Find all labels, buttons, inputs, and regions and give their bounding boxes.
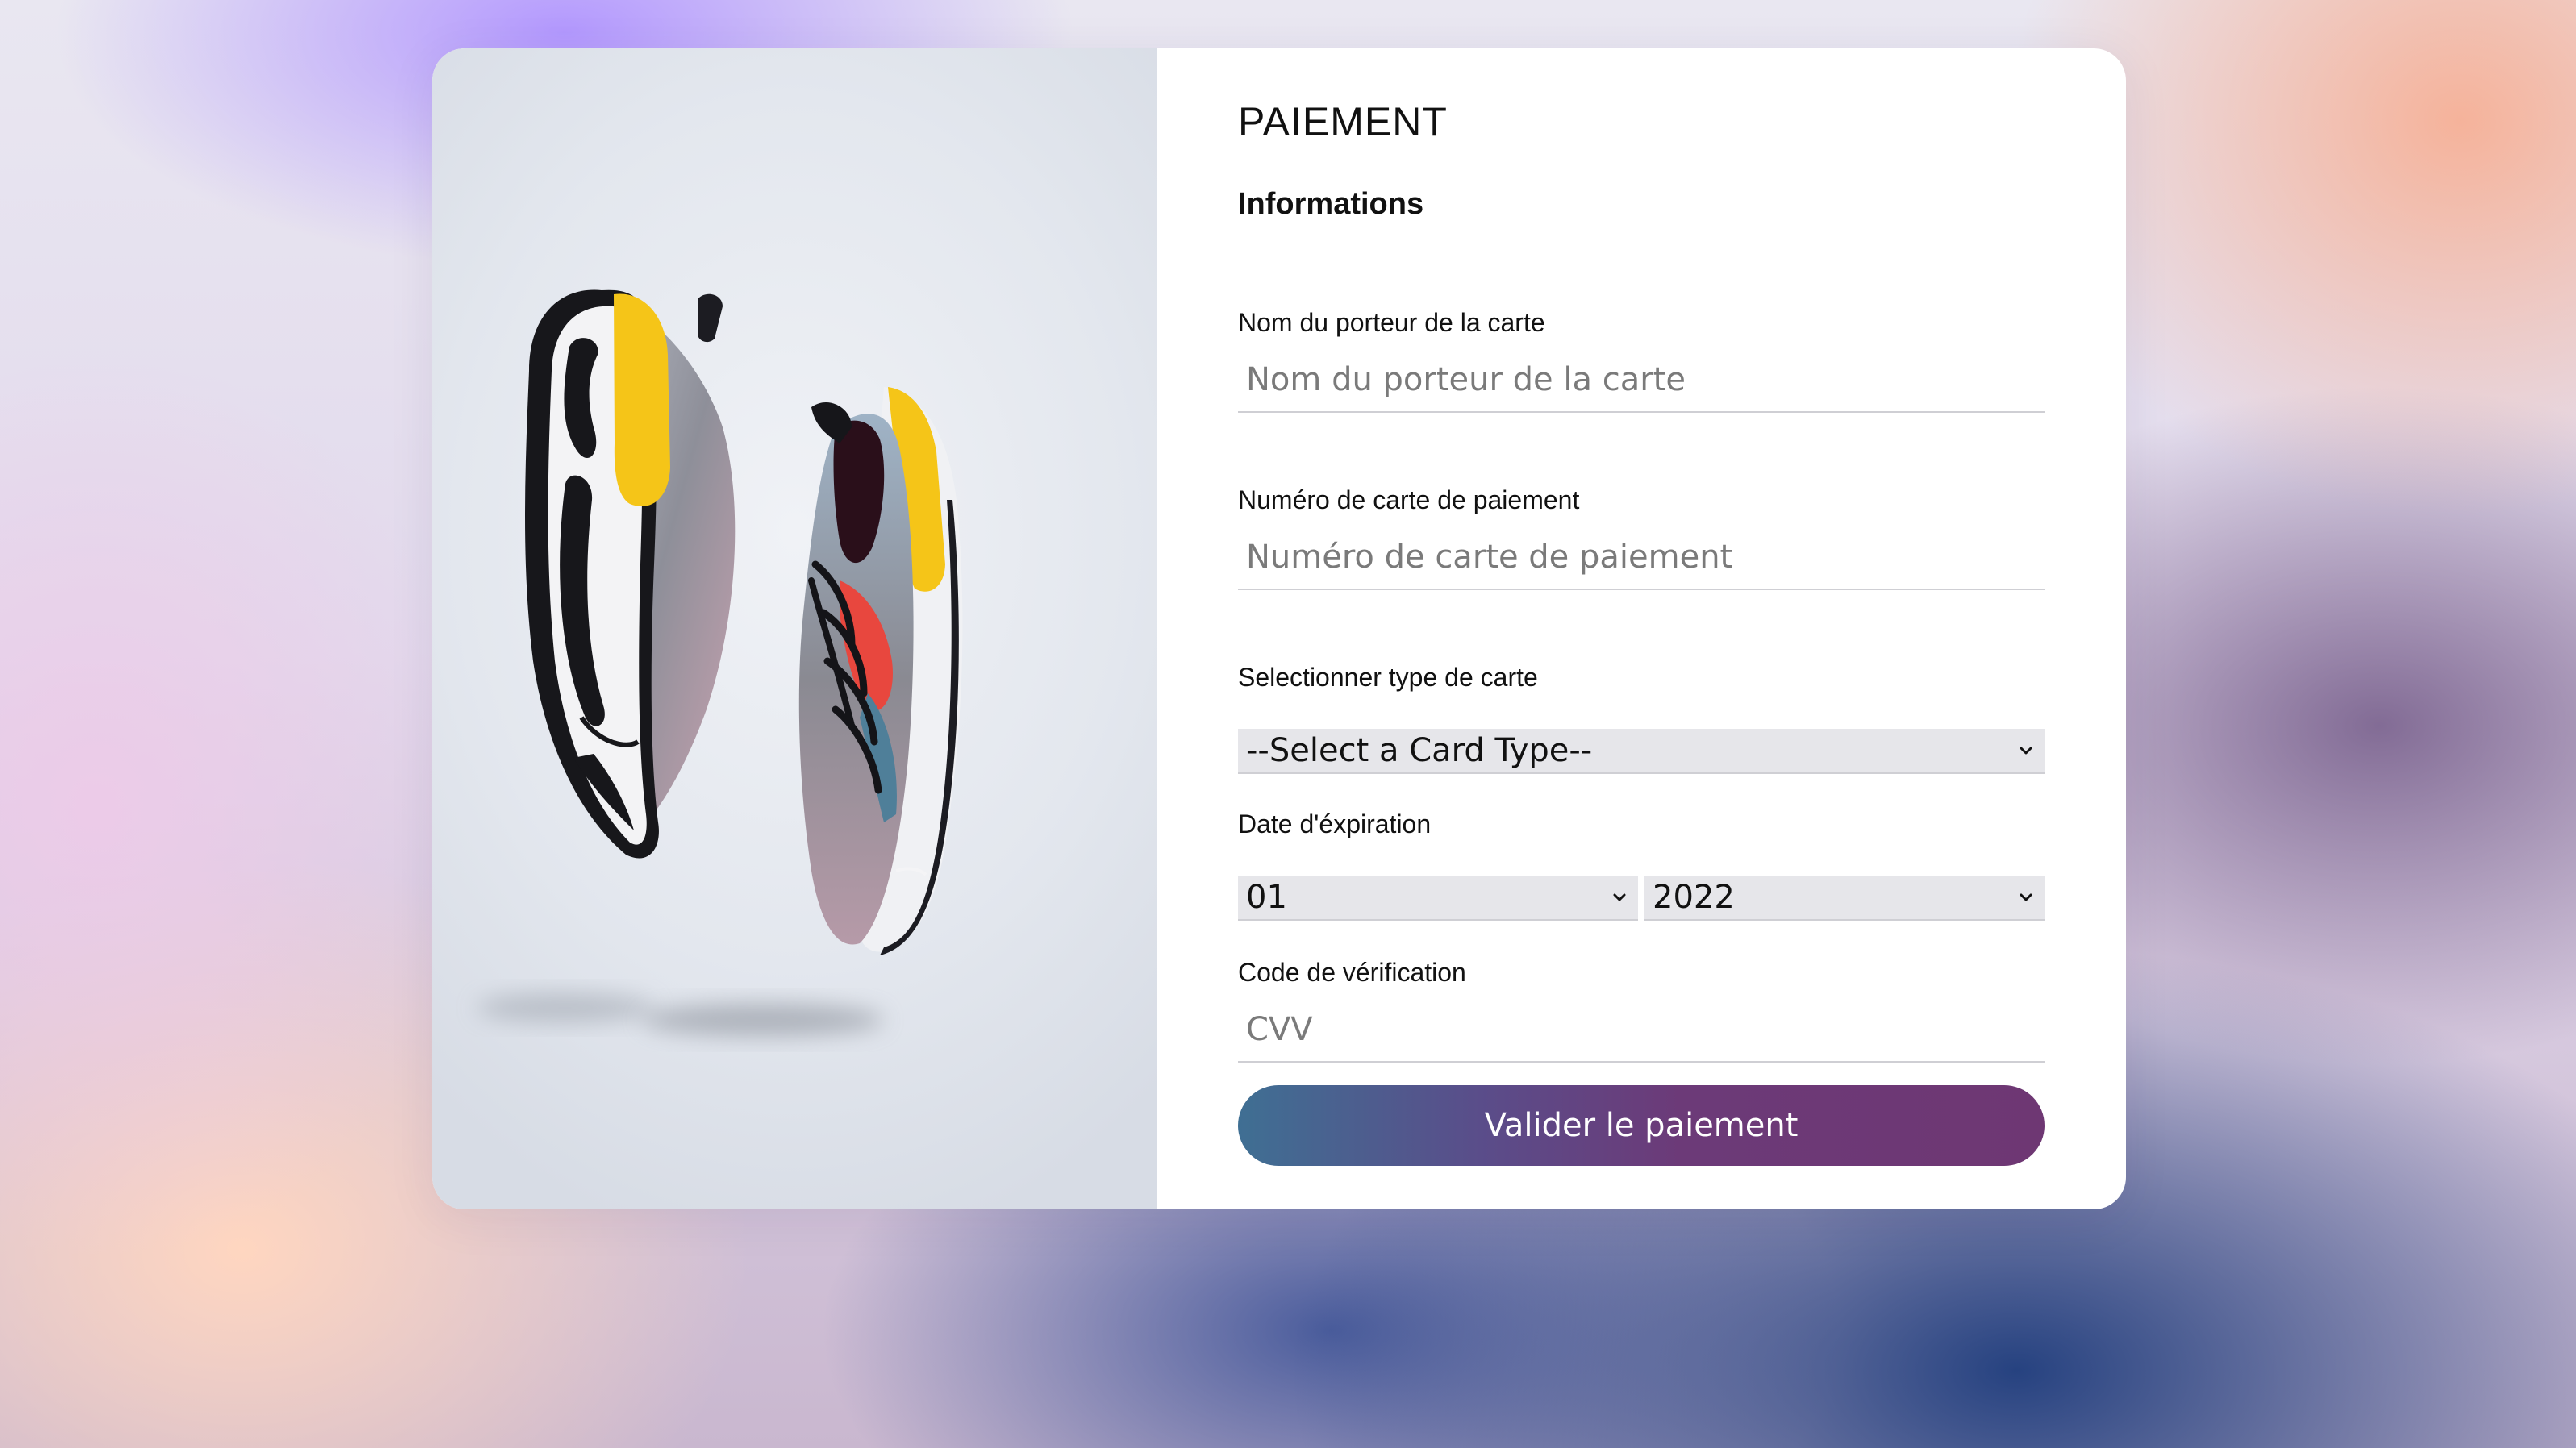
product-image [432,48,1157,1209]
expiration-year-selected: 2022 [1653,879,1735,916]
left-shoe [525,289,736,859]
expiration-month-select[interactable]: 01 [1238,876,1638,921]
submit-payment-button[interactable]: Valider le paiement [1238,1085,2045,1166]
section-title: Informations [1238,187,1424,221]
chevron-down-icon [2020,747,2032,755]
payment-card: PAIEMENT Informations Nom du porteur de … [432,48,2126,1209]
card-number-input[interactable] [1238,526,2045,590]
cvv-label: Code de vérification [1238,958,1466,987]
card-type-label: Selectionner type de carte [1238,663,1538,692]
payment-form: PAIEMENT Informations Nom du porteur de … [1157,48,2126,1209]
cvv-input[interactable] [1238,998,2045,1063]
cardholder-input[interactable] [1238,348,2045,413]
card-type-selected: --Select a Card Type-- [1246,732,1593,769]
page-title: PAIEMENT [1238,99,1448,144]
card-number-label: Numéro de carte de paiement [1238,485,1580,514]
chevron-down-icon [2020,893,2032,901]
card-type-select[interactable]: --Select a Card Type-- [1238,729,2045,774]
expiration-label: Date d'éxpiration [1238,809,1432,838]
sneakers-image [477,289,963,1036]
cardholder-label: Nom du porteur de la carte [1238,308,1545,337]
chevron-down-icon [1613,893,1626,901]
expiration-month-selected: 01 [1246,879,1287,916]
expiration-year-select[interactable]: 2022 [1644,876,2045,921]
right-shoe [798,387,963,955]
